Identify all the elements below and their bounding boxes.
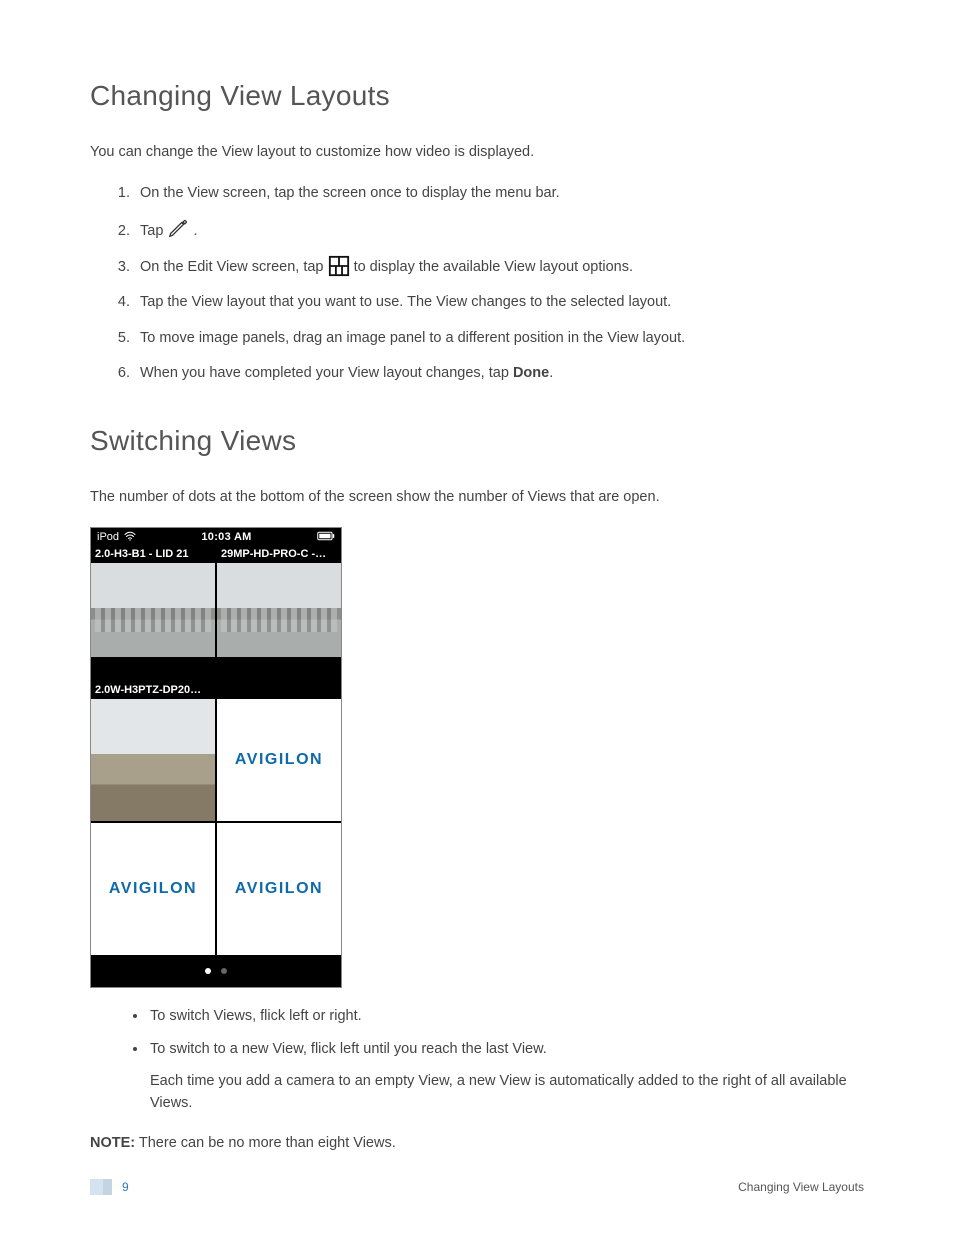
battery-icon (317, 531, 335, 544)
page-dots (91, 955, 341, 987)
camera-4-pane: AVIGILON (217, 699, 341, 821)
step-2-pre: Tap (140, 223, 167, 239)
camera-2-title: 29MP-HD-PRO-C -… (217, 547, 341, 563)
camera-5-pane: AVIGILON (91, 823, 215, 955)
camera-2-pane (217, 563, 341, 657)
step-6: When you have completed your View layout… (134, 362, 864, 385)
camera-6-pane: AVIGILON (217, 823, 341, 955)
note-label: NOTE: (90, 1135, 135, 1151)
pencil-icon (167, 223, 193, 239)
device-screenshot: iPod 10:03 AM 2.0-H3-B1 - LID 21 29MP-HD… (90, 527, 342, 988)
camera-3-pane (91, 699, 215, 821)
page-footer: 9 Changing View Layouts (90, 1179, 864, 1195)
step-2: Tap . (134, 217, 864, 243)
step-6-post: . (549, 365, 553, 381)
step-2-post: . (193, 223, 197, 239)
step-1: On the View screen, tap the screen once … (134, 182, 864, 205)
step-5: To move image panels, drag an image pane… (134, 327, 864, 350)
grid-icon (328, 259, 354, 275)
step-3: On the Edit View screen, tap to display … (134, 255, 864, 279)
page-dot (221, 968, 227, 974)
step-3-pre: On the Edit View screen, tap (140, 259, 328, 275)
bullet-2: To switch to a new View, flick left unti… (148, 1039, 864, 1114)
page-dot-active (205, 968, 211, 974)
page-number: 9 (122, 1180, 129, 1194)
heading-changing-view-layouts: Changing View Layouts (90, 80, 864, 112)
intro-text-2: The number of dots at the bottom of the … (90, 487, 864, 509)
footer-square-icon (90, 1179, 112, 1195)
status-device: iPod (97, 531, 119, 543)
heading-switching-views: Switching Views (90, 425, 864, 457)
camera-1-pane (91, 563, 215, 657)
avigilon-logo: AVIGILON (217, 823, 341, 955)
camera-4-title-empty (217, 683, 341, 699)
wifi-icon (124, 531, 136, 544)
step-4: Tap the View layout that you want to use… (134, 291, 864, 314)
camera-1-title: 2.0-H3-B1 - LID 21 (91, 547, 215, 563)
status-bar: iPod 10:03 AM (91, 528, 341, 547)
step-3-post: to display the available View layout opt… (354, 259, 633, 275)
footer-title: Changing View Layouts (738, 1180, 864, 1194)
step-6-bold: Done (513, 365, 549, 381)
camera-3-title: 2.0W-H3PTZ-DP20… (91, 683, 215, 699)
bullet-2-sub: Each time you add a camera to an empty V… (150, 1071, 864, 1115)
bullet-2-text: To switch to a new View, flick left unti… (150, 1041, 547, 1057)
avigilon-logo: AVIGILON (217, 699, 341, 821)
avigilon-logo: AVIGILON (91, 823, 215, 955)
steps-list: On the View screen, tap the screen once … (90, 182, 864, 385)
note: NOTE: There can be no more than eight Vi… (90, 1133, 864, 1155)
intro-text-1: You can change the View layout to custom… (90, 142, 864, 164)
step-6-pre: When you have completed your View layout… (140, 365, 513, 381)
status-time: 10:03 AM (136, 531, 317, 543)
bullets-list: To switch Views, flick left or right. To… (90, 1006, 864, 1115)
bullet-1: To switch Views, flick left or right. (148, 1006, 864, 1028)
note-text: There can be no more than eight Views. (135, 1135, 396, 1151)
